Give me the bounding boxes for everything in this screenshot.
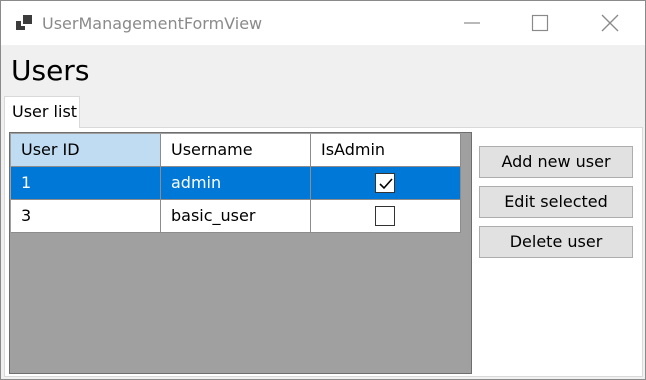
cell-user-id[interactable]: 1: [11, 167, 161, 200]
users-grid[interactable]: User ID Username IsAdmin 1 admin 3 basic…: [9, 132, 472, 374]
table-row[interactable]: 1 admin: [11, 167, 461, 200]
column-header-user-id[interactable]: User ID: [11, 134, 161, 167]
cell-username[interactable]: basic_user: [161, 200, 311, 233]
maximize-icon: [531, 14, 549, 32]
close-button[interactable]: [587, 1, 633, 45]
minimize-icon: [464, 22, 480, 24]
isadmin-checkbox[interactable]: [375, 173, 395, 193]
checkmark-icon: [379, 178, 393, 190]
add-new-user-button[interactable]: Add new user: [479, 146, 633, 178]
maximize-button[interactable]: [517, 1, 563, 45]
edit-selected-button[interactable]: Edit selected: [479, 186, 633, 218]
column-header-username[interactable]: Username: [161, 134, 311, 167]
grid-header-row: User ID Username IsAdmin: [11, 134, 461, 167]
cell-user-id[interactable]: 3: [11, 200, 161, 233]
minimize-button[interactable]: [449, 1, 495, 45]
cell-isadmin[interactable]: [311, 167, 461, 200]
delete-user-button[interactable]: Delete user: [479, 226, 633, 258]
cell-isadmin[interactable]: [311, 200, 461, 233]
window-title: UserManagementFormView: [42, 14, 263, 33]
isadmin-checkbox[interactable]: [375, 206, 395, 226]
tab-user-list[interactable]: User list: [4, 96, 80, 128]
page-title: Users: [11, 54, 90, 87]
table-row[interactable]: 3 basic_user: [11, 200, 461, 233]
column-header-isadmin[interactable]: IsAdmin: [311, 134, 461, 167]
close-icon: [601, 14, 619, 32]
title-bar[interactable]: UserManagementFormView: [1, 1, 645, 45]
app-icon: [16, 13, 36, 33]
cell-username[interactable]: admin: [161, 167, 311, 200]
app-window: UserManagementFormView Users User list U…: [0, 0, 646, 380]
